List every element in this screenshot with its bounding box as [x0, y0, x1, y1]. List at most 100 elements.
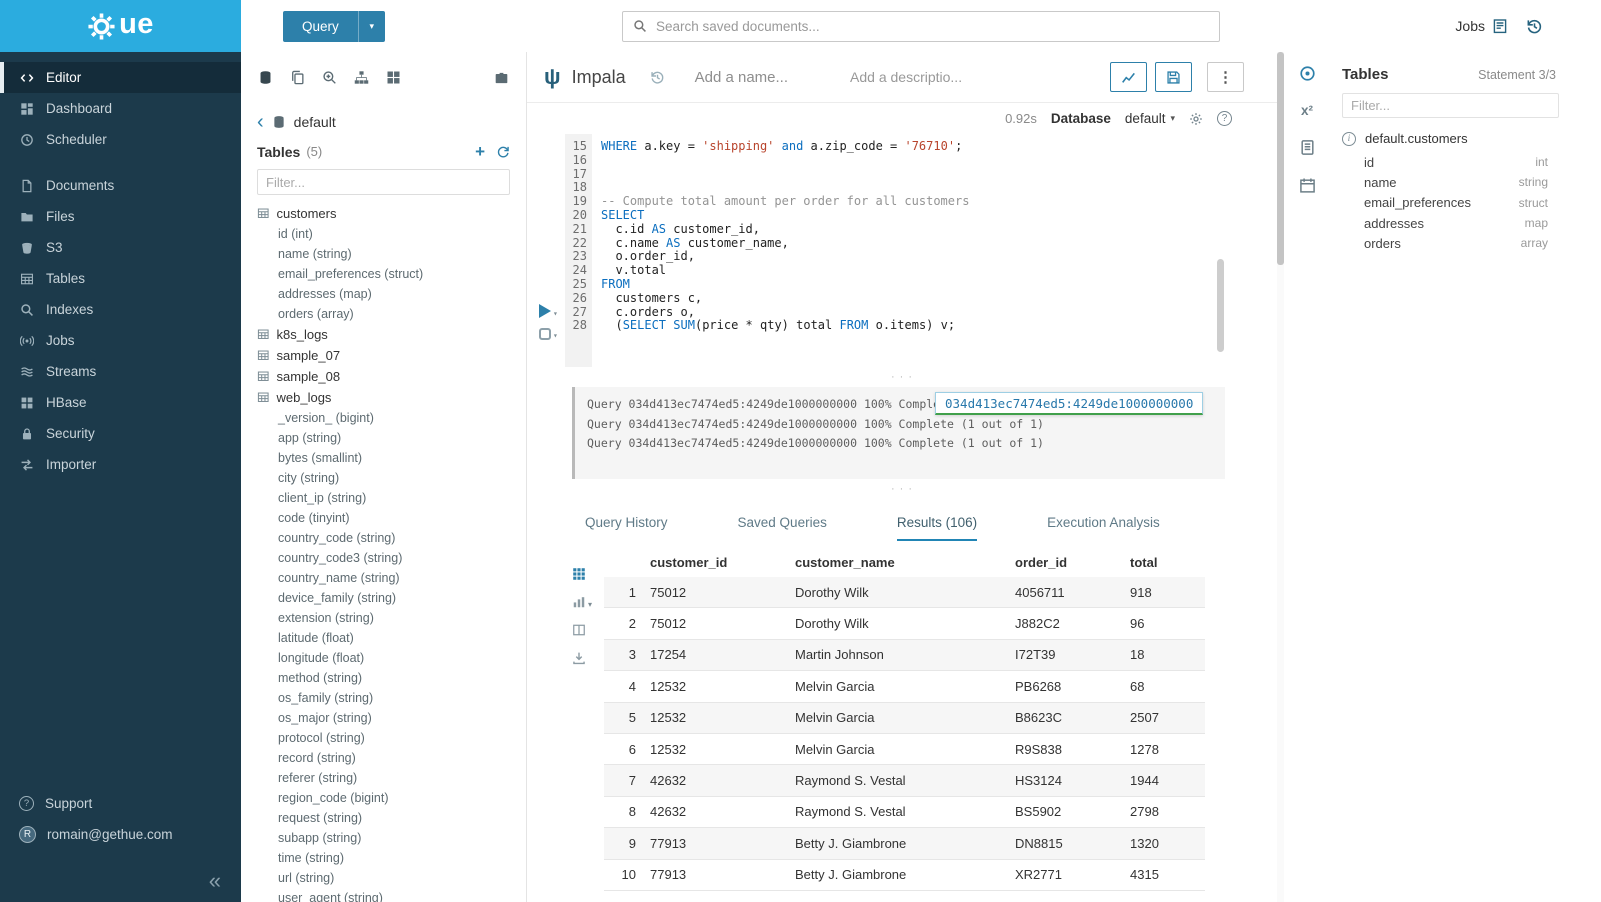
- sidebar-item-indexes[interactable]: Indexes: [0, 294, 241, 325]
- code-line[interactable]: 25FROM: [527, 278, 1277, 292]
- history-icon[interactable]: [1526, 18, 1543, 35]
- columns-view-icon[interactable]: [572, 623, 586, 637]
- assist-column[interactable]: extension (string): [257, 608, 510, 628]
- assist-column[interactable]: country_code3 (string): [257, 548, 510, 568]
- right-filter-input[interactable]: [1342, 93, 1559, 118]
- functions-icon[interactable]: x²: [1301, 103, 1313, 118]
- more-actions-button[interactable]: ⋮: [1207, 62, 1244, 92]
- assist-column[interactable]: app (string): [257, 428, 510, 448]
- sidebar-collapse-button[interactable]: «: [209, 870, 221, 892]
- right-column-row[interactable]: email_preferencesstruct: [1364, 193, 1548, 213]
- sitemap-icon[interactable]: [354, 70, 369, 85]
- statement-options-button[interactable]: ▾: [539, 328, 558, 340]
- page-scrollbar[interactable]: [1277, 52, 1284, 902]
- right-column-row[interactable]: addressesmap: [1364, 213, 1548, 233]
- code-line[interactable]: 26 customers c,: [527, 292, 1277, 306]
- query-dropdown-caret[interactable]: ▾: [358, 11, 385, 42]
- code-line[interactable]: 20SELECT: [527, 209, 1277, 223]
- assist-table[interactable]: k8s_logs: [257, 324, 510, 345]
- results-row[interactable]: 612532Melvin GarciaR9S8381278: [604, 734, 1205, 765]
- language-reference-icon[interactable]: [1299, 139, 1316, 156]
- assist-column[interactable]: code (tinyint): [257, 508, 510, 528]
- assist-column[interactable]: country_code (string): [257, 528, 510, 548]
- sidebar-item-dashboard[interactable]: Dashboard: [0, 93, 241, 124]
- results-row[interactable]: 1077913Betty J. GiambroneXR27714315: [604, 860, 1205, 891]
- results-row[interactable]: 977913Betty J. GiambroneDN88151320: [604, 828, 1205, 859]
- results-row[interactable]: 742632Raymond S. VestalHS31241944: [604, 765, 1205, 796]
- assist-column[interactable]: protocol (string): [257, 728, 510, 748]
- chart-button[interactable]: [1110, 62, 1147, 92]
- sidebar-item-s3[interactable]: S3: [0, 232, 241, 263]
- database-select[interactable]: default ▾: [1125, 111, 1175, 126]
- assist-column[interactable]: user_agent (string): [257, 888, 510, 902]
- help-icon[interactable]: ?: [1217, 111, 1232, 126]
- active-table-row[interactable]: i default.customers: [1326, 118, 1601, 148]
- refresh-icon[interactable]: [496, 145, 510, 159]
- schedule-icon[interactable]: [1299, 177, 1316, 194]
- assist-column[interactable]: country_name (string): [257, 568, 510, 588]
- assist-table[interactable]: sample_07: [257, 345, 510, 366]
- assist-column[interactable]: client_ip (string): [257, 488, 510, 508]
- assist-column[interactable]: subapp (string): [257, 828, 510, 848]
- database-breadcrumb[interactable]: default: [294, 114, 336, 130]
- code-line[interactable]: 27 c.orders o,: [527, 306, 1277, 320]
- editor-scrollbar[interactable]: [1217, 259, 1224, 352]
- assist-column[interactable]: bytes (smallint): [257, 448, 510, 468]
- code-line[interactable]: 15WHERE a.key = 'shipping' and a.zip_cod…: [527, 140, 1277, 154]
- results-column-header[interactable]: total: [1130, 555, 1205, 570]
- scrollbar-thumb[interactable]: [1277, 52, 1284, 265]
- assist-column[interactable]: os_major (string): [257, 708, 510, 728]
- results-row[interactable]: 512532Melvin GarciaB8623C2507: [604, 703, 1205, 734]
- resize-handle[interactable]: [527, 367, 1277, 387]
- code-line[interactable]: 16: [527, 154, 1277, 168]
- results-column-header[interactable]: order_id: [1015, 555, 1130, 570]
- right-column-row[interactable]: ordersarray: [1364, 233, 1548, 253]
- job-id-tooltip[interactable]: 034d413ec7474ed5:4249de1000000000: [935, 392, 1203, 415]
- assist-table[interactable]: customers: [257, 203, 510, 224]
- hue-logo[interactable]: ue: [0, 0, 241, 52]
- results-column-header[interactable]: customer_name: [795, 555, 1015, 570]
- query-history-icon[interactable]: [650, 70, 665, 85]
- assist-filter-input[interactable]: [257, 169, 510, 195]
- query-description-field[interactable]: Add a descriptio...: [850, 69, 962, 85]
- assist-column[interactable]: region_code (bigint): [257, 788, 510, 808]
- assist-column[interactable]: city (string): [257, 468, 510, 488]
- download-icon[interactable]: [572, 651, 586, 665]
- tab-saved-queries[interactable]: Saved Queries: [738, 515, 827, 541]
- search-input[interactable]: [656, 19, 1209, 34]
- resize-handle[interactable]: [527, 479, 1277, 499]
- assist-column[interactable]: orders (array): [257, 304, 510, 324]
- sidebar-item-jobs[interactable]: Jobs: [0, 325, 241, 356]
- sidebar-item-streams[interactable]: Streams: [0, 356, 241, 387]
- results-column-header[interactable]: customer_id: [650, 555, 795, 570]
- code-line[interactable]: 18: [527, 181, 1277, 195]
- results-row[interactable]: 275012Dorothy WilkJ882C296: [604, 608, 1205, 639]
- documents-pane-icon[interactable]: [290, 70, 305, 85]
- sql-editor[interactable]: 15WHERE a.key = 'shipping' and a.zip_cod…: [527, 134, 1277, 367]
- results-row[interactable]: 412532Melvin GarciaPB626868: [604, 671, 1205, 702]
- search-plus-icon[interactable]: [322, 70, 337, 85]
- apps-grid-icon[interactable]: [386, 70, 401, 85]
- assist-column[interactable]: os_family (string): [257, 688, 510, 708]
- sidebar-item-scheduler[interactable]: Scheduler: [0, 124, 241, 155]
- results-row[interactable]: 175012Dorothy Wilk4056711918: [604, 577, 1205, 608]
- assist-column[interactable]: method (string): [257, 668, 510, 688]
- add-table-icon[interactable]: +: [475, 143, 485, 160]
- sidebar-item-importer[interactable]: Importer: [0, 449, 241, 480]
- sidebar-item-support[interactable]: ? Support: [0, 788, 241, 819]
- sidebar-item-hbase[interactable]: HBase: [0, 387, 241, 418]
- assist-column[interactable]: _version_ (bigint): [257, 408, 510, 428]
- right-column-row[interactable]: namestring: [1364, 172, 1548, 192]
- execute-button[interactable]: ▾: [539, 304, 558, 318]
- sidebar-item-tables[interactable]: Tables: [0, 263, 241, 294]
- assist-column[interactable]: time (string): [257, 848, 510, 868]
- assist-column[interactable]: addresses (map): [257, 284, 510, 304]
- tab-results-106[interactable]: Results (106): [897, 515, 977, 541]
- back-chevron-icon[interactable]: ‹: [257, 116, 264, 128]
- assist-column[interactable]: device_family (string): [257, 588, 510, 608]
- code-line[interactable]: 19-- Compute total amount per order for …: [527, 195, 1277, 209]
- grid-view-icon[interactable]: [572, 567, 586, 581]
- gear-icon[interactable]: [1189, 112, 1203, 126]
- code-line[interactable]: 28 (SELECT SUM(price * qty) total FROM o…: [527, 319, 1277, 333]
- assist-column[interactable]: longitude (float): [257, 648, 510, 668]
